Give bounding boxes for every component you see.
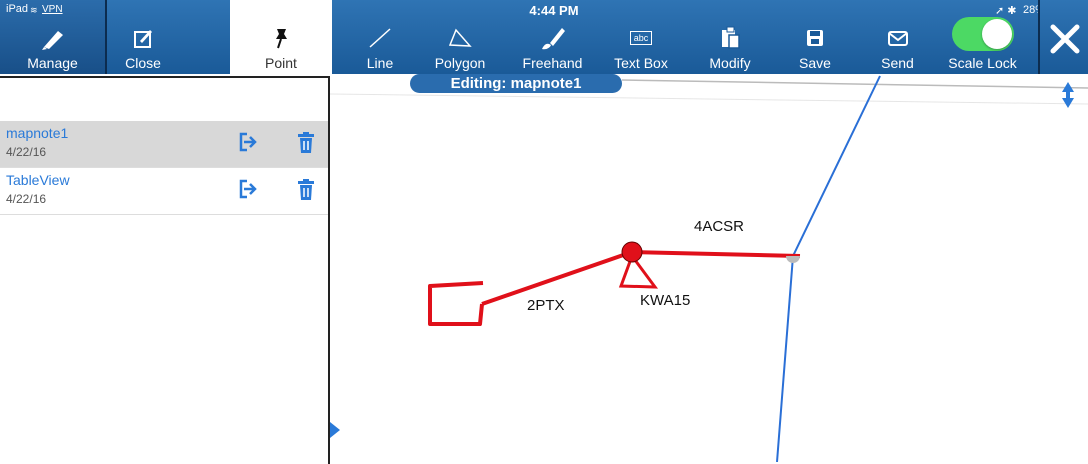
pencil-icon [38, 23, 68, 53]
list-item-name: mapnote1 [6, 125, 69, 141]
trash-icon[interactable] [296, 178, 316, 207]
list-item-date: 4/22/16 [6, 192, 47, 206]
scale-lock-toggle[interactable]: Scale Lock [935, 0, 1030, 74]
editing-banner: Editing: mapnote1 [410, 74, 622, 93]
save-button[interactable]: Save [790, 0, 840, 74]
line-label: Line [366, 55, 394, 71]
gray-semicircle-marker [786, 256, 800, 263]
brush-icon [538, 23, 568, 53]
point-label: Point [265, 55, 297, 71]
toggle-switch[interactable] [951, 17, 1014, 51]
line-tool[interactable]: Line [355, 0, 405, 74]
list-item-date: 4/22/16 [6, 145, 47, 159]
conductor-label: 4ACSR [694, 218, 745, 235]
polygon-tool[interactable]: Polygon [430, 0, 490, 74]
freehand-label: Freehand [522, 55, 583, 71]
pin-icon [269, 23, 293, 53]
polygon-label: Polygon [434, 55, 486, 71]
send-button[interactable]: Send [870, 0, 925, 74]
point-tool[interactable]: Point [230, 0, 332, 74]
polygon-icon [446, 23, 474, 53]
textbox-tool[interactable]: abc Text Box [606, 0, 676, 74]
clock: 4:44 PM [529, 3, 579, 18]
floppy-icon [804, 23, 826, 53]
textbox-icon: abc [629, 23, 653, 53]
modify-tool[interactable]: Modify [700, 0, 760, 74]
line-icon [367, 23, 393, 53]
map-canvas[interactable] [330, 74, 1088, 462]
red-point-marker[interactable] [621, 241, 643, 263]
open-icon[interactable] [237, 131, 259, 158]
open-icon[interactable] [237, 178, 259, 205]
edit-square-icon [132, 23, 154, 53]
envelope-icon [886, 23, 910, 53]
clipboard-icon [719, 23, 741, 53]
list-item[interactable]: TableView 4/22/16 [0, 168, 328, 215]
close-label: Close [125, 55, 161, 71]
transformer-label: 2PTX [527, 297, 565, 314]
modify-label: Modify [709, 55, 751, 71]
gray-map-line [621, 79, 1088, 89]
toggle-knob [981, 19, 1012, 49]
device-label: KWA15 [640, 292, 691, 309]
red-markup-box [428, 281, 484, 326]
trash-icon[interactable] [296, 131, 316, 160]
close-icon [1050, 24, 1080, 54]
manage-button[interactable]: iPad ≋ VPN Manage [0, 0, 107, 74]
textbox-label: Text Box [614, 55, 668, 71]
gray-map-line [330, 93, 1088, 105]
manage-label: Manage [27, 55, 78, 71]
list-item[interactable]: mapnote1 4/22/16 [0, 121, 328, 168]
toolbar: iPad ≋ VPN Manage Close Point Line Polyg… [0, 0, 1088, 74]
blue-feeder-line [776, 75, 881, 462]
send-label: Send [881, 55, 914, 71]
mapnote-list-panel: mapnote1 4/22/16 TableView 4/22/16 [0, 76, 330, 464]
exit-button[interactable] [1038, 0, 1088, 74]
sidebar-collapse-icon[interactable] [330, 422, 340, 438]
save-label: Save [799, 55, 831, 71]
list-item-name: TableView [6, 172, 70, 188]
scale-lock-label: Scale Lock [948, 55, 1017, 71]
close-button[interactable]: Close [118, 0, 168, 74]
